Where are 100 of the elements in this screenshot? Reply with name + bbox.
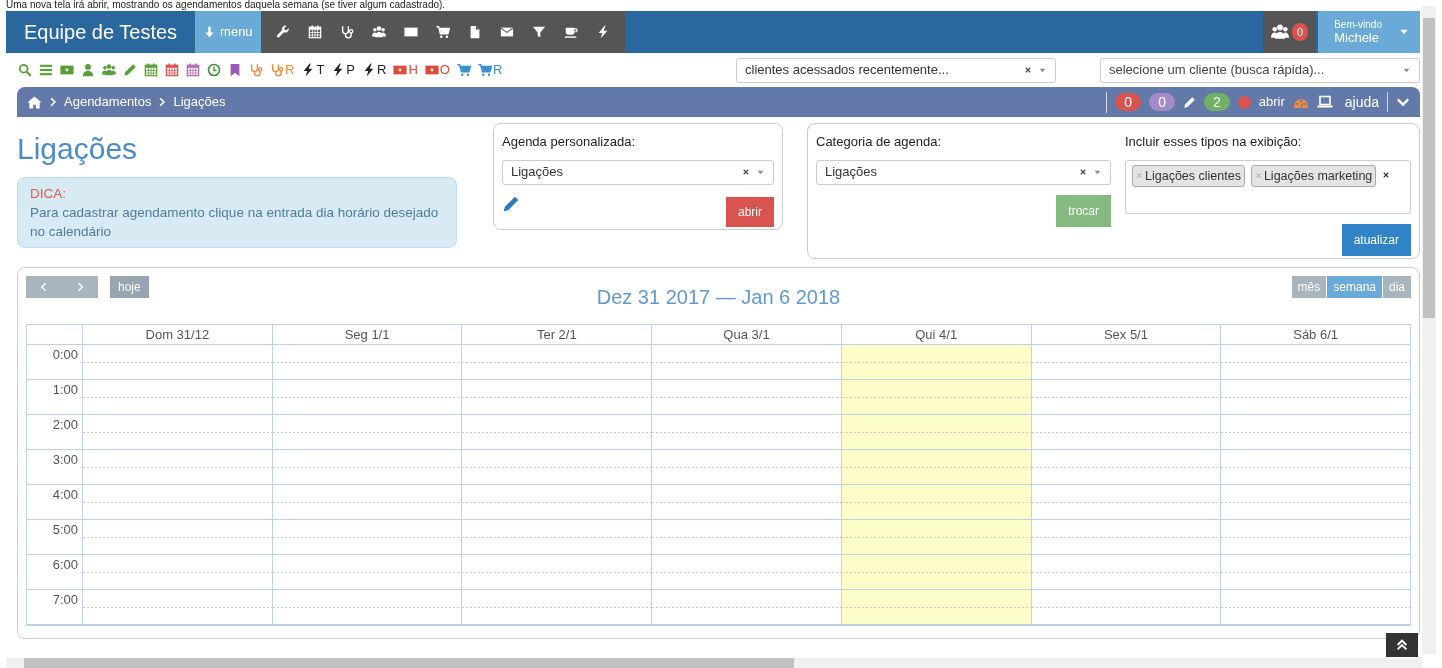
breadcrumb-link[interactable]: Agendamentos — [64, 92, 152, 112]
today-slot[interactable] — [840, 590, 1031, 625]
cart-icon[interactable] — [456, 63, 471, 77]
time-slot[interactable] — [271, 415, 462, 450]
calendar-icon[interactable] — [165, 63, 179, 77]
filter-icon[interactable] — [531, 25, 546, 39]
agenda-select[interactable]: Ligações — [502, 159, 774, 185]
time-slot[interactable] — [1030, 520, 1221, 555]
pencil-icon[interactable] — [123, 63, 137, 77]
wrench-icon[interactable] — [275, 25, 290, 39]
calendar-icon[interactable] — [186, 63, 200, 77]
time-slot[interactable] — [82, 520, 272, 555]
shortcut-link[interactable]: R — [362, 60, 387, 80]
time-slot[interactable] — [82, 590, 272, 625]
people-icon[interactable] — [371, 25, 386, 39]
update-button[interactable]: atualizar — [1341, 223, 1411, 256]
open-link[interactable]: abrir — [1258, 92, 1285, 112]
time-slot[interactable] — [1030, 555, 1221, 590]
clear-icon[interactable] — [1382, 170, 1391, 179]
pencil-icon[interactable] — [502, 194, 520, 213]
bookmark-icon[interactable] — [228, 63, 242, 77]
time-slot[interactable] — [651, 485, 841, 520]
next-button[interactable] — [62, 276, 98, 298]
recent-clients-select[interactable]: clientes acessados recentemente... — [736, 57, 1056, 83]
category-select[interactable]: Ligações — [816, 159, 1111, 185]
people-icon[interactable] — [1271, 23, 1290, 41]
type-tag[interactable]: Ligações clientes — [1132, 164, 1245, 188]
cart-icon[interactable] — [435, 25, 450, 39]
today-slot[interactable] — [840, 485, 1031, 520]
envelope-icon[interactable] — [499, 25, 514, 39]
people-icon[interactable] — [102, 63, 116, 77]
shortcut-link[interactable]: R — [477, 60, 503, 80]
banknote-icon[interactable] — [60, 63, 74, 77]
time-slot[interactable] — [651, 415, 841, 450]
time-slot[interactable] — [1220, 380, 1410, 415]
count-badge[interactable]: 0 — [1115, 93, 1142, 111]
today-slot[interactable] — [840, 415, 1031, 450]
laptop-icon[interactable] — [1316, 94, 1333, 110]
types-field[interactable]: Ligações clientes Ligações marketing — [1125, 159, 1411, 214]
time-slot[interactable] — [651, 450, 841, 485]
time-slot[interactable] — [82, 380, 272, 415]
time-slot[interactable] — [651, 380, 841, 415]
time-slot[interactable] — [271, 555, 462, 590]
time-slot[interactable] — [271, 520, 462, 555]
time-slot[interactable] — [1220, 485, 1410, 520]
today-slot[interactable] — [840, 520, 1031, 555]
clock-icon[interactable] — [207, 63, 221, 77]
time-slot[interactable] — [271, 450, 462, 485]
client-search-select[interactable]: selecione um cliente (busca rápida)... — [1100, 57, 1420, 83]
time-slot[interactable] — [461, 415, 652, 450]
horizontal-scrollbar[interactable] — [6, 658, 1422, 668]
list-icon[interactable] — [39, 63, 53, 77]
time-slot[interactable] — [271, 485, 462, 520]
view-tab[interactable]: semana — [1327, 276, 1382, 298]
time-slot[interactable] — [1030, 590, 1221, 625]
time-slot[interactable] — [1030, 380, 1221, 415]
menu-button[interactable]: menu — [195, 11, 261, 53]
clear-icon[interactable] — [742, 168, 750, 176]
scroll-top-button[interactable] — [1386, 633, 1418, 657]
time-slot[interactable] — [1220, 415, 1410, 450]
time-slot[interactable] — [1220, 520, 1410, 555]
time-slot[interactable] — [1030, 415, 1221, 450]
time-slot[interactable] — [271, 345, 462, 380]
vertical-scrollbar[interactable] — [1422, 6, 1436, 654]
shortcut-link[interactable]: P — [331, 60, 355, 80]
calendar-icon[interactable] — [144, 63, 158, 77]
clear-icon[interactable] — [1079, 168, 1087, 176]
breadcrumb-link[interactable]: Ligações — [173, 92, 226, 112]
time-slot[interactable] — [1220, 590, 1410, 625]
time-slot[interactable] — [461, 485, 652, 520]
time-slot[interactable] — [461, 590, 652, 625]
search-icon[interactable] — [18, 63, 32, 77]
time-slot[interactable] — [651, 590, 841, 625]
time-slot[interactable] — [1030, 485, 1221, 520]
time-slot[interactable] — [271, 380, 462, 415]
shortcut-link[interactable]: T — [301, 60, 325, 80]
time-slot[interactable] — [82, 555, 272, 590]
shortcut-link[interactable]: R — [270, 60, 295, 80]
shortcut-link[interactable]: O — [424, 60, 450, 80]
time-slot[interactable] — [651, 520, 841, 555]
time-slot[interactable] — [1030, 345, 1221, 380]
time-slot[interactable] — [271, 590, 462, 625]
time-slot[interactable] — [1220, 450, 1410, 485]
time-slot[interactable] — [82, 415, 272, 450]
count-badge[interactable]: 0 — [1149, 93, 1175, 111]
cup-icon[interactable] — [563, 25, 578, 39]
count-badge[interactable]: 2 — [1203, 93, 1230, 111]
time-slot[interactable] — [651, 555, 841, 590]
today-slot[interactable] — [840, 345, 1031, 380]
time-slot[interactable] — [82, 450, 272, 485]
time-slot[interactable] — [461, 520, 652, 555]
clear-icon[interactable] — [1024, 66, 1032, 74]
type-tag[interactable]: Ligações marketing — [1250, 164, 1377, 188]
time-slot[interactable] — [82, 485, 272, 520]
time-slot[interactable] — [461, 555, 652, 590]
shortcut-link[interactable]: H — [393, 60, 418, 80]
today-slot[interactable] — [840, 555, 1031, 590]
time-slot[interactable] — [1220, 555, 1410, 590]
time-slot[interactable] — [1220, 345, 1410, 380]
today-slot[interactable] — [840, 450, 1031, 485]
